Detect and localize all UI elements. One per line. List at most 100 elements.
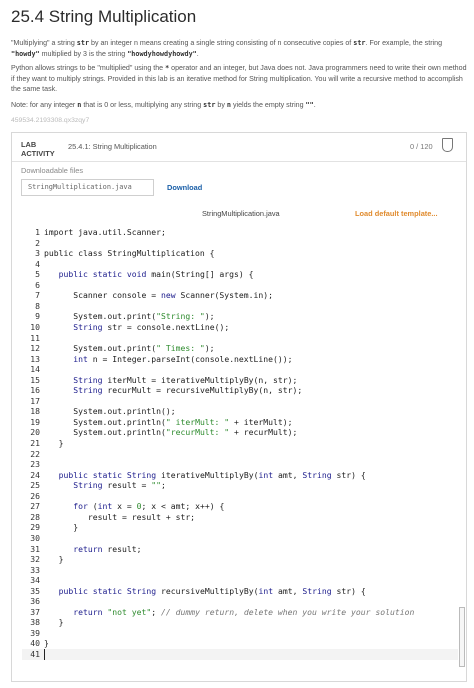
line-number: 32 — [30, 554, 40, 565]
line-number: 26 — [30, 490, 40, 501]
code-token: int — [73, 353, 88, 364]
lab-tag-line1: LAB — [21, 140, 37, 149]
code-token: new — [160, 290, 176, 301]
code-token: public static — [58, 469, 122, 480]
line-number: 8 — [35, 300, 40, 311]
code-text: } — [44, 617, 64, 628]
code-token: String — [73, 321, 103, 332]
code-line[interactable]: 30 — [22, 533, 458, 544]
code-line[interactable]: 19 System.out.println(" iterMult: " + it… — [22, 417, 458, 428]
code-line[interactable]: 9 System.out.print("String: "); — [22, 311, 458, 322]
code-line[interactable]: 27 for (int x = 0; x < amt; x++) { — [22, 501, 458, 512]
code-line[interactable]: 7 Scanner console = new Scanner(System.i… — [22, 290, 458, 301]
code-token: String — [302, 469, 332, 480]
code-line[interactable]: 1 import java.util.Scanner; — [22, 227, 458, 238]
text-segment: yields the empty string — [230, 101, 306, 109]
code-line[interactable]: 39 — [22, 628, 458, 639]
code-line[interactable]: 22 — [22, 449, 458, 460]
code-token: } — [44, 554, 64, 565]
code-line[interactable]: 21 } — [22, 438, 458, 449]
code-line[interactable]: 5 public static void main(String[] args)… — [22, 269, 458, 280]
code-line[interactable]: 4 — [22, 259, 458, 270]
code-line[interactable]: 41 — [22, 649, 458, 660]
code-line[interactable]: 31 return result; — [22, 544, 458, 555]
code-line[interactable]: 11 — [22, 333, 458, 344]
code-line[interactable]: 35 public static String recursiveMultipl… — [22, 586, 458, 597]
code-text: public static String iterativeMultiplyBy… — [44, 470, 366, 481]
editor-scrollbar[interactable] — [458, 227, 466, 669]
code-line[interactable]: 17 — [22, 396, 458, 407]
line-number: 14 — [30, 364, 40, 375]
line-number: 15 — [30, 374, 40, 385]
code-line[interactable]: 37 return "not yet"; // dummy return, de… — [22, 607, 458, 618]
code-line[interactable]: 24 public static String iterativeMultipl… — [22, 470, 458, 481]
code-text: public class StringMultiplication { — [44, 248, 215, 259]
code-token: System.out.print( — [44, 343, 157, 354]
line-number: 21 — [30, 438, 40, 448]
code-text: int n = Integer.parseInt(console.nextLin… — [44, 353, 293, 365]
inline-code: str — [76, 39, 90, 47]
code-line[interactable]: 25 String result = ""; — [22, 480, 458, 491]
code-token: "String: " — [156, 311, 205, 322]
code-token: n = Integer.parseInt(console.nextLine())… — [87, 353, 293, 364]
code-line[interactable]: 28 result = result + str; — [22, 512, 458, 523]
line-number: 23 — [30, 459, 40, 470]
line-number: 3 — [35, 248, 40, 259]
line-number: 27 — [30, 501, 40, 512]
code-text: System.out.println(); — [44, 406, 175, 417]
file-select[interactable]: StringMultiplication.java — [21, 179, 154, 196]
code-line[interactable]: 3 public class StringMultiplication { — [22, 248, 458, 259]
code-line[interactable]: 2 — [22, 238, 458, 249]
code-line[interactable]: 14 — [22, 364, 458, 375]
code-text: String result = ""; — [44, 480, 166, 491]
code-line[interactable]: 29 } — [22, 522, 458, 533]
code-token: System.out.println( — [44, 416, 166, 427]
code-token: " Times: " — [156, 343, 205, 354]
code-line[interactable]: 16 String recurMult = recursiveMultiplyB… — [22, 385, 458, 396]
code-line[interactable]: 10 String str = console.nextLine(); — [22, 322, 458, 333]
code-line[interactable]: 12 System.out.print(" Times: "); — [22, 343, 458, 354]
code-token: public static void — [58, 269, 147, 280]
lab-name: 25.4.1: String Multiplication — [68, 142, 157, 151]
code-token: + recurMult); — [229, 427, 298, 438]
code-line[interactable]: 33 — [22, 565, 458, 576]
download-link[interactable]: Download — [167, 183, 202, 192]
code-line[interactable]: 32 } — [22, 554, 458, 565]
code-text: Scanner console = new Scanner(System.in)… — [44, 290, 273, 301]
text-segment: . — [313, 101, 316, 109]
lab-hash-id: 459534.2193308.qx3zqy7 — [11, 117, 90, 124]
code-line[interactable]: 6 — [22, 280, 458, 291]
code-editor[interactable]: 1 import java.util.Scanner; 2 3 public class… — [22, 227, 458, 669]
code-line[interactable]: 13 int n = Integer.parseInt(console.next… — [22, 354, 458, 365]
code-text: } — [44, 638, 49, 649]
text-cursor — [44, 649, 45, 660]
code-line[interactable]: 34 — [22, 575, 458, 586]
code-line[interactable]: 18 System.out.println(); — [22, 406, 458, 417]
text-segment: "Multiplying" a string — [11, 39, 77, 47]
code-text: result = result + str; — [44, 512, 195, 523]
line-number: 12 — [30, 343, 40, 354]
code-line[interactable]: 23 — [22, 459, 458, 470]
load-default-template-button[interactable]: Load default template... — [355, 209, 438, 218]
code-line[interactable]: 15 String iterMult = iterativeMultiplyBy… — [22, 375, 458, 386]
code-text: return result; — [44, 544, 141, 555]
code-token: iterativeMultiplyBy( — [156, 469, 259, 480]
code-line[interactable]: 40} — [22, 638, 458, 649]
editor-scrollbar-thumb[interactable] — [459, 607, 465, 667]
code-line[interactable]: 38 } — [22, 617, 458, 628]
code-line[interactable]: 8 — [22, 301, 458, 312]
code-line[interactable]: 20 System.out.println("recurMult: " + re… — [22, 427, 458, 438]
code-line[interactable]: 36 — [22, 596, 458, 607]
line-number: 2 — [35, 237, 40, 248]
code-token: ( — [87, 501, 98, 512]
code-token: for — [73, 501, 88, 512]
code-line[interactable]: 26 — [22, 491, 458, 502]
code-text: } — [44, 438, 64, 449]
code-token: "recurMult: " — [165, 427, 230, 438]
